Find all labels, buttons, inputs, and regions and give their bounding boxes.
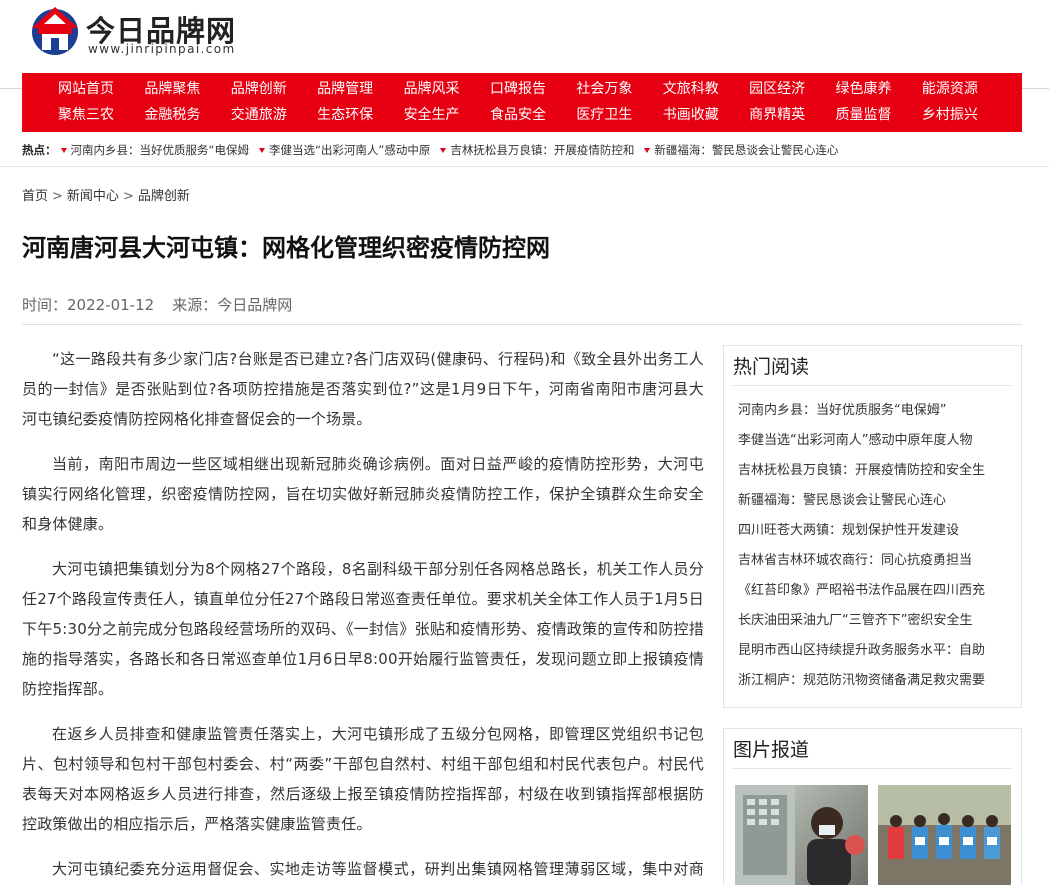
- nav-item[interactable]: 口碑报告: [490, 76, 576, 102]
- nav-item[interactable]: 商界精英: [749, 102, 835, 128]
- hot-read-item[interactable]: 吉林抚松县万良镇：开展疫情防控和安全生: [738, 456, 1010, 486]
- hot-read-item[interactable]: 长庆油田采油九厂“三管齐下”密织安全生: [738, 606, 1010, 636]
- photo-news-panel: 图片报道: [723, 728, 1022, 885]
- nav-item[interactable]: 网站首页: [58, 76, 144, 102]
- photo-news-image[interactable]: [735, 785, 868, 885]
- site-url: www.jinripinpai.com: [88, 42, 236, 56]
- nav-item[interactable]: 书画收藏: [663, 102, 749, 128]
- hot-topic-link[interactable]: 李健当选“出彩河南人”感动中原: [269, 143, 430, 157]
- breadcrumb-home[interactable]: 首页: [22, 189, 48, 204]
- hot-read-item[interactable]: 《红苔印象》严昭裕书法作品展在四川西充: [738, 576, 1010, 606]
- hot-read-list: 河南内乡县：当好优质服务“电保姆” 李健当选“出彩河南人”感动中原年度人物 吉林抚松…: [724, 386, 1021, 696]
- site-logo[interactable]: 今日品牌网 www.jinripinpai.com: [30, 4, 270, 62]
- hot-read-panel: 热门阅读 河南内乡县：当好优质服务“电保姆” 李健当选“出彩河南人”感动中原年度人…: [723, 345, 1022, 708]
- nav-item[interactable]: 文旅科教: [663, 76, 749, 102]
- house-logo-icon: [32, 7, 78, 55]
- nav-item[interactable]: 安全生产: [404, 102, 490, 128]
- photo-news-title: 图片报道: [733, 729, 1012, 769]
- article-paragraph: 在返乡人员排查和健康监管责任落实上，大河屯镇形成了五级分包网格，即管理区党组织书…: [22, 725, 704, 833]
- nav-item[interactable]: 金融税务: [144, 102, 230, 128]
- hot-read-item[interactable]: 河南内乡县：当好优质服务“电保姆”: [738, 396, 1010, 426]
- breadcrumb-separator: >: [52, 189, 63, 204]
- nav-item[interactable]: 食品安全: [490, 102, 576, 128]
- hot-topic-link[interactable]: 吉林抚松县万良镇：开展疫情防控和: [450, 143, 634, 157]
- nav-item[interactable]: 生态环保: [317, 102, 403, 128]
- triangle-down-icon: [60, 147, 67, 153]
- nav-row-2: 聚焦三农 金融税务 交通旅游 生态环保 安全生产 食品安全 医疗卫生 书画收藏 商界精英 质量监督…: [58, 102, 1018, 128]
- nav-item[interactable]: 品牌风采: [404, 76, 490, 102]
- nav-item[interactable]: 品牌创新: [231, 76, 317, 102]
- nav-item[interactable]: 品牌聚焦: [144, 76, 230, 102]
- photo-scene-icon: [735, 785, 865, 885]
- hot-label: 热点：: [22, 143, 57, 157]
- triangle-down-icon: [258, 147, 265, 153]
- article-paragraph: 当前，南阳市周边一些区域相继出现新冠肺炎确诊病例。面对日益严峻的疫情防控形势，大…: [22, 455, 704, 533]
- hot-read-item[interactable]: 李健当选“出彩河南人”感动中原年度人物: [738, 426, 1010, 456]
- article-title: 河南唐河县大河屯镇：网格化管理织密疫情防控网: [22, 234, 550, 262]
- breadcrumb-news-center[interactable]: 新闻中心: [67, 189, 119, 204]
- breadcrumb: 首页 > 新闻中心 > 品牌创新: [22, 185, 190, 204]
- hot-read-item[interactable]: 吉林省吉林环城农商行：同心抗疫勇担当: [738, 546, 1010, 576]
- hot-divider: [0, 166, 1049, 167]
- triangle-down-icon: [644, 147, 651, 153]
- photo-news-images: [735, 785, 1015, 885]
- article-time: 时间：2022-01-12: [22, 296, 155, 314]
- hot-read-item[interactable]: 新疆福海：警民恳谈会让警民心连心: [738, 486, 1010, 516]
- hot-topic-link[interactable]: 新疆福海：警民恳谈会让警民心连心: [654, 143, 838, 157]
- nav-item[interactable]: 质量监督: [836, 102, 922, 128]
- meta-divider: [22, 324, 1022, 325]
- nav-item[interactable]: 社会万象: [576, 76, 662, 102]
- hot-read-title: 热门阅读: [733, 346, 1012, 386]
- nav-item[interactable]: 交通旅游: [231, 102, 317, 128]
- nav-item[interactable]: 医疗卫生: [576, 102, 662, 128]
- nav-item[interactable]: 园区经济: [749, 76, 835, 102]
- hot-read-item[interactable]: 四川旺苍大两镇：规划保护性开发建设: [738, 516, 1010, 546]
- hot-topic-link[interactable]: 河南内乡县：当好优质服务“电保姆: [71, 143, 249, 157]
- article-paragraph: 大河屯镇把集镇划分为8个网格27个路段，8名副科级干部分别任各网格总路长，机关工…: [22, 560, 704, 698]
- hot-read-item[interactable]: 浙江桐庐：规范防汛物资储备满足救灾需要: [738, 666, 1010, 696]
- article-body: “这一路段共有多少家门店?台账是否已建立?各门店双码(健康码、行程码)和《致全县…: [22, 344, 704, 885]
- nav-row-1: 网站首页 品牌聚焦 品牌创新 品牌管理 品牌风采 口碑报告 社会万象 文旅科教 园区经济 绿色康养…: [58, 76, 1018, 102]
- photo-news-image[interactable]: [878, 785, 1011, 885]
- breadcrumb-separator: >: [122, 189, 134, 204]
- article-paragraph: “这一路段共有多少家门店?台账是否已建立?各门店双码(健康码、行程码)和《致全县…: [22, 350, 704, 428]
- nav-item[interactable]: 绿色康养: [836, 76, 922, 102]
- photo-group-icon: [878, 785, 1011, 885]
- breadcrumb-brand-innovation[interactable]: 品牌创新: [138, 189, 190, 204]
- triangle-down-icon: [440, 147, 447, 153]
- nav-item[interactable]: 品牌管理: [317, 76, 403, 102]
- hot-topics-bar: 热点： 河南内乡县：当好优质服务“电保姆 李健当选“出彩河南人”感动中原 吉林抚松县万…: [22, 140, 1022, 160]
- article-paragraph: 大河屯镇纪委充分运用督促会、实地走访等监督模式，研判出集镇网格管理薄弱区域，集中…: [52, 860, 704, 878]
- nav-item[interactable]: 乡村振兴: [922, 102, 1008, 128]
- main-nav: 网站首页 品牌聚焦 品牌创新 品牌管理 品牌风采 口碑报告 社会万象 文旅科教 园区经济 绿色康养…: [22, 73, 1022, 132]
- hot-read-item[interactable]: 昆明市西山区持续提升政务服务水平：自助: [738, 636, 1010, 666]
- article-meta: 时间：2022-01-12 来源：今日品牌网: [22, 294, 292, 315]
- nav-item[interactable]: 能源资源: [922, 76, 1008, 102]
- article-source: 来源：今日品牌网: [172, 296, 293, 314]
- nav-item[interactable]: 聚焦三农: [58, 102, 144, 128]
